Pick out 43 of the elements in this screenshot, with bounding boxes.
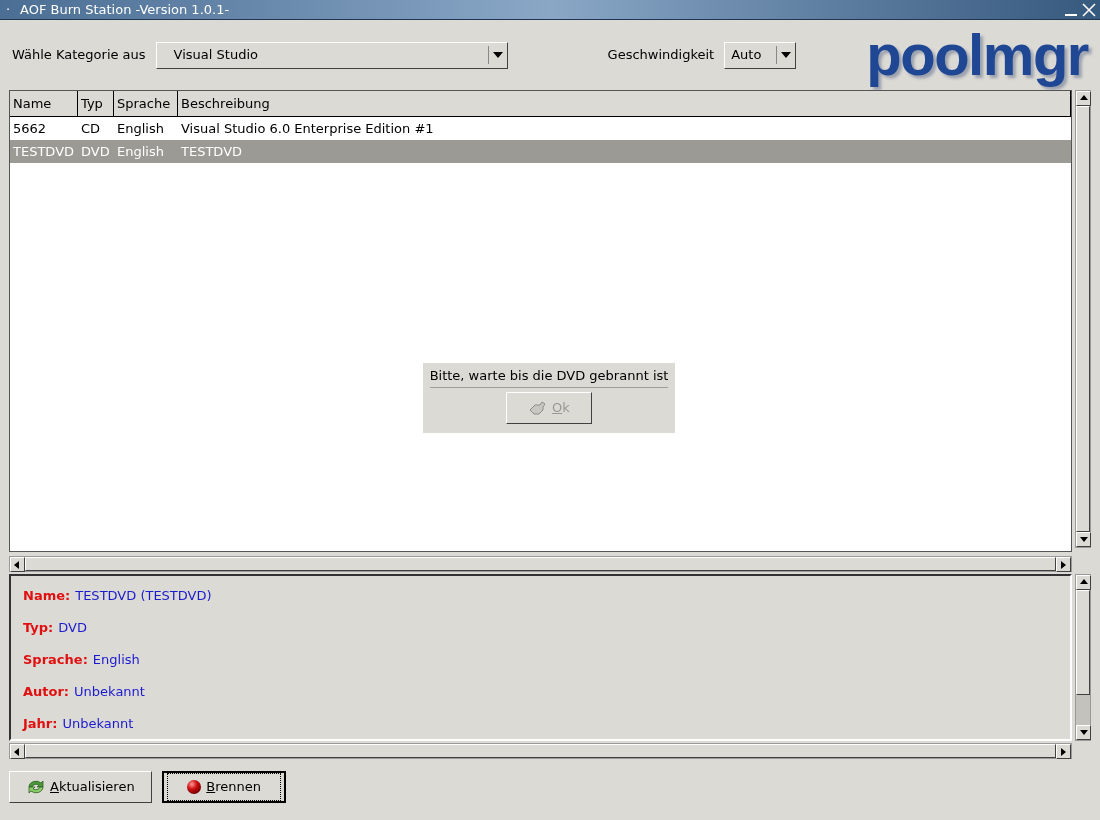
category-dropdown[interactable]: Visual Studio (155, 41, 508, 69)
table-cell-text: Visual Studio 6.0 Enterprise Edition #1 (180, 119, 435, 138)
table-cell-text: 5662 (12, 119, 48, 138)
detail-value: English (92, 651, 140, 669)
category-label: Wähle Kategorie aus (12, 46, 146, 65)
table-cell-text: TESTDVD (180, 142, 244, 161)
horizontal-scrollbar[interactable] (9, 743, 1072, 759)
detail-value: TESTDVD (TESTDVD) (75, 587, 212, 605)
close-icon[interactable] (1080, 0, 1098, 19)
refresh-icon (26, 778, 46, 796)
detail-value: DVD (58, 619, 87, 637)
detail-label: Sprache: (23, 651, 88, 669)
refresh-button[interactable]: Aktualisieren (9, 771, 152, 803)
table-cell-text: English (116, 119, 165, 138)
speed-dropdown[interactable]: Auto (724, 41, 797, 69)
vertical-scrollbar[interactable] (1075, 90, 1091, 548)
record-dot-icon (186, 779, 203, 795)
window-menu-glyph[interactable]: · (0, 0, 16, 20)
table-row[interactable]: 5662 CD English Visual Studio 6.0 Enterprise Edition #1 (10, 117, 1071, 140)
detail-label: Name: (23, 587, 71, 605)
column-header[interactable]: Beschreibung (178, 91, 1071, 116)
table-cell-text: DVD (80, 142, 111, 161)
scrollbar-thumb[interactable] (1076, 106, 1090, 532)
scrollbar-thumb[interactable] (25, 744, 1056, 758)
detail-value: Unbekannt (62, 715, 134, 733)
scrollbar-thumb[interactable] (25, 557, 1056, 571)
column-header[interactable]: Name (10, 91, 78, 116)
column-header[interactable]: Sprache (114, 91, 178, 116)
burn-button[interactable]: Brennen (161, 771, 286, 803)
detail-value: Unbekannt (74, 683, 145, 701)
table-cell-text: CD (80, 119, 102, 138)
window-title: AOF Burn Station -Version 1.0.1- (20, 0, 231, 19)
horizontal-scrollbar[interactable] (9, 556, 1072, 572)
vertical-scrollbar[interactable] (1075, 574, 1091, 741)
speed-label: Geschwindigkeit (607, 46, 715, 65)
dialog-message: Bitte, warte bis die DVD gebrannt ist (429, 366, 669, 388)
scrollbar-thumb[interactable] (1076, 590, 1090, 695)
detail-label: Autor: (23, 683, 70, 701)
table-cell-text: English (116, 142, 165, 161)
detail-label: Jahr: (23, 715, 58, 733)
table-cell-text: TESTDVD (12, 142, 76, 161)
detail-label: Typ: (23, 619, 54, 637)
column-header[interactable]: Typ (78, 91, 114, 116)
